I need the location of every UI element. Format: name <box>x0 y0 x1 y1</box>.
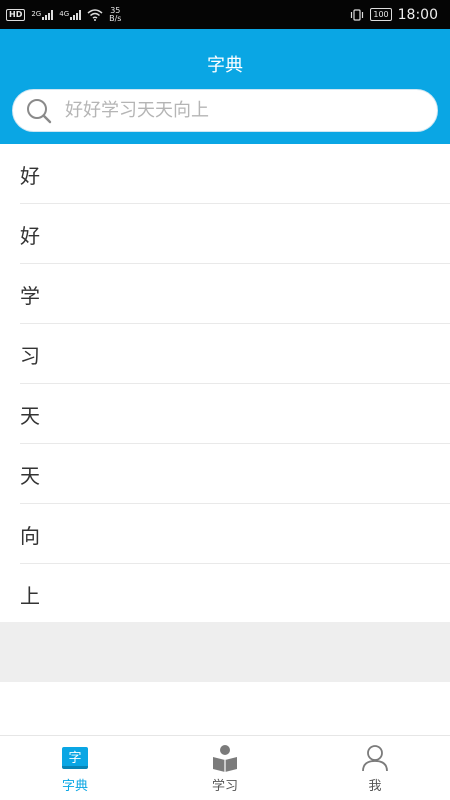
list-item[interactable]: 习 <box>0 324 450 384</box>
tab-dictionary-label: 字典 <box>61 779 88 794</box>
app-header: 字典 <box>0 29 450 144</box>
vibrate-icon <box>351 8 364 21</box>
status-left: HD 2G 4G 35 B/s <box>6 6 122 23</box>
tab-me[interactable]: 我 <box>300 736 450 800</box>
character-list: 好 好 学 习 天 天 向 上 <box>0 144 450 624</box>
bottom-tab-bar: 字 字典 学习 我 <box>0 735 450 800</box>
tab-study-label: 学习 <box>211 779 238 794</box>
list-item[interactable]: 学 <box>0 264 450 324</box>
signal-4g: 4G <box>59 9 82 20</box>
net-speed: 35 B/s <box>109 6 122 23</box>
list-item-char: 学 <box>20 283 40 308</box>
list-item[interactable]: 天 <box>0 444 450 504</box>
list-item[interactable]: 好 <box>0 204 450 264</box>
hd-badge: HD <box>6 8 26 21</box>
list-item-char: 好 <box>20 223 40 248</box>
page-title: 字典 <box>207 55 243 76</box>
list-item[interactable]: 天 <box>0 384 450 444</box>
reader-book-icon <box>213 745 237 772</box>
list-item-char: 习 <box>20 343 40 368</box>
net-4g-label: 4G <box>59 9 70 18</box>
list-item[interactable]: 向 <box>0 504 450 564</box>
signal-bars-icon <box>70 9 82 20</box>
search-bar[interactable] <box>12 89 438 132</box>
tab-me-label: 我 <box>368 779 382 794</box>
list-item[interactable]: 好 <box>0 144 450 204</box>
wifi-icon <box>87 8 103 21</box>
list-item-char: 向 <box>20 523 40 548</box>
net-2g-label: 2G <box>31 9 42 18</box>
dictionary-icon: 字 <box>60 744 90 772</box>
search-input[interactable] <box>65 100 405 121</box>
user-icon <box>362 745 388 772</box>
status-bar: HD 2G 4G 35 B/s 100 18:00 <box>0 0 450 29</box>
signal-2g: 2G <box>31 9 54 20</box>
signal-bars-icon <box>42 9 54 20</box>
net-speed-unit: B/s <box>109 13 122 23</box>
search-icon <box>27 98 52 123</box>
list-footer-spacer <box>0 622 450 682</box>
dictionary-icon-glyph: 字 <box>62 747 88 769</box>
clock: 18:00 <box>397 6 438 23</box>
list-item-char: 天 <box>20 403 40 428</box>
status-right: 100 18:00 <box>350 7 438 23</box>
tab-study[interactable]: 学习 <box>150 736 300 800</box>
list-item-char: 天 <box>20 463 40 488</box>
list-item-char: 上 <box>20 583 40 608</box>
list-item-char: 好 <box>20 163 40 188</box>
battery-icon: 100 <box>370 8 392 21</box>
tab-dictionary[interactable]: 字 字典 <box>0 736 150 800</box>
list-item[interactable]: 上 <box>0 564 450 624</box>
